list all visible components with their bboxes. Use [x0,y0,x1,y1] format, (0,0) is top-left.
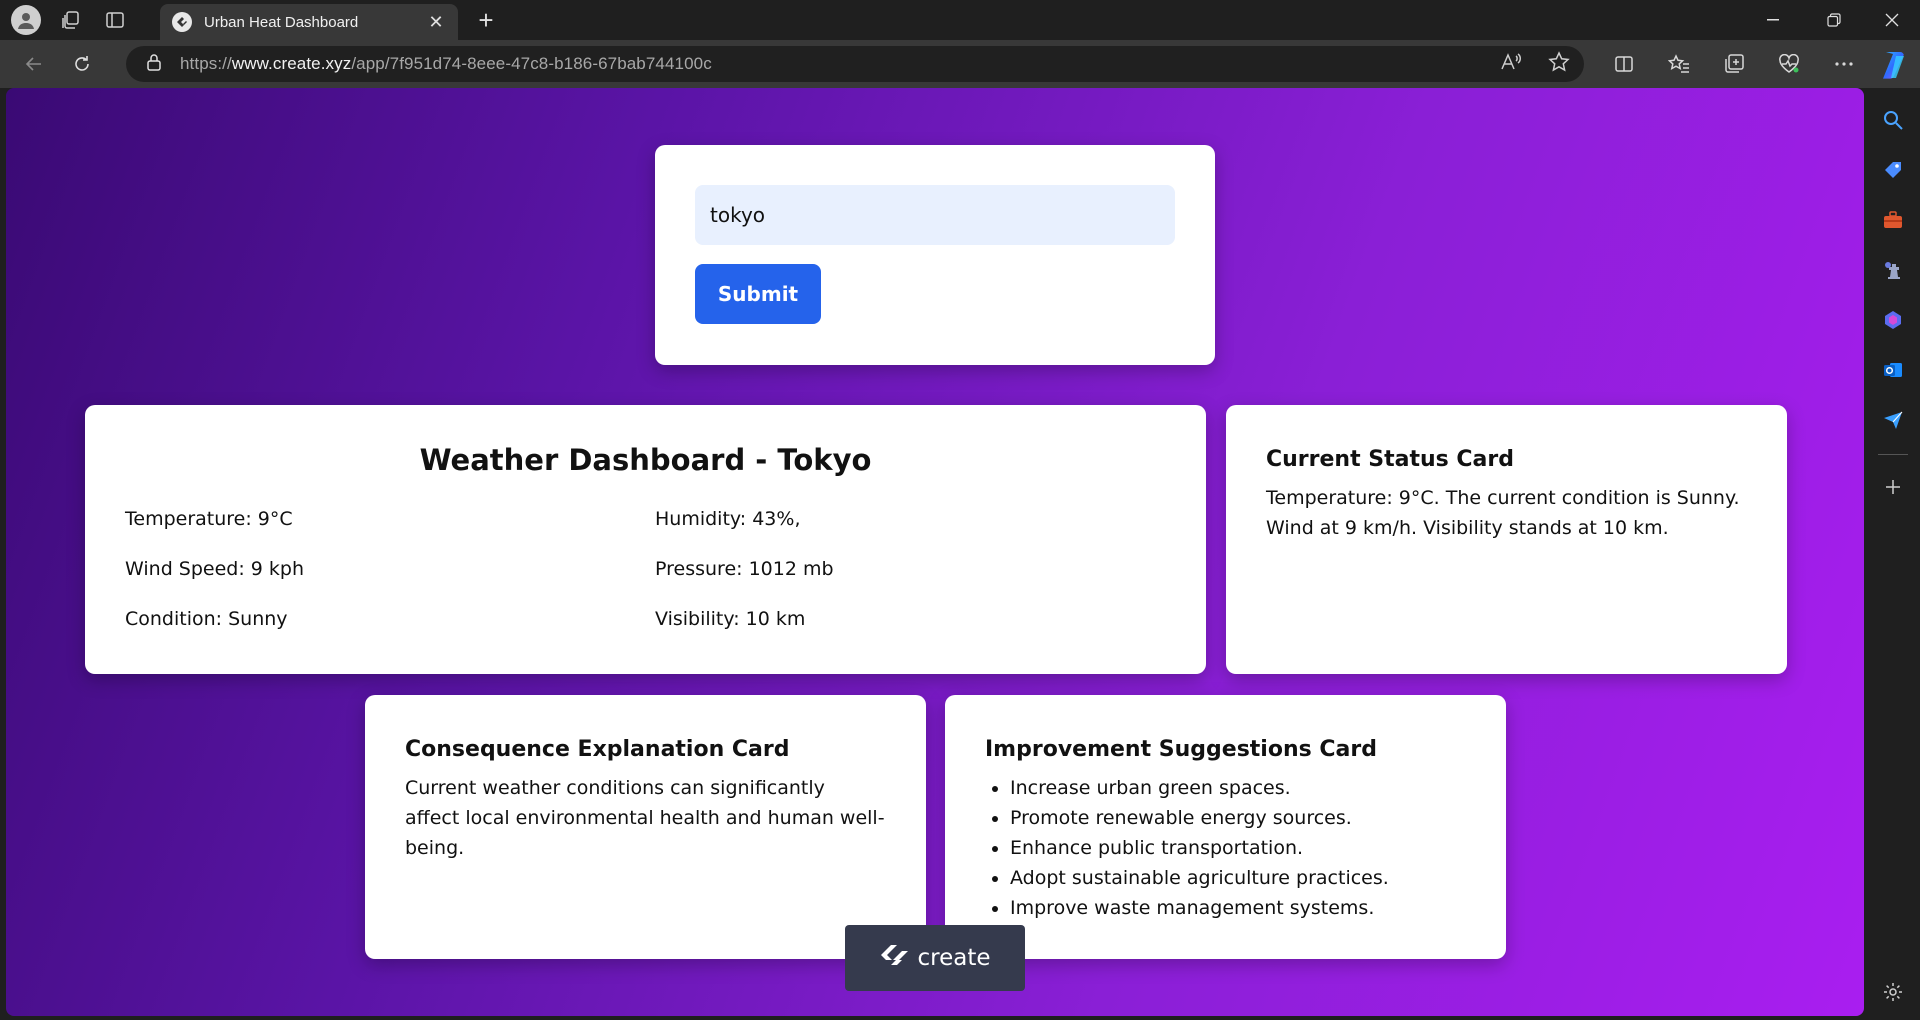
microsoft-365-icon[interactable] [1875,302,1911,338]
improvement-list: Increase urban green spaces. Promote ren… [1010,773,1389,923]
shopping-tag-icon[interactable] [1875,152,1911,188]
refresh-icon[interactable] [58,44,106,84]
list-item: Promote renewable energy sources. [1010,803,1389,833]
weather-dashboard-card: Weather Dashboard - Tokyo Temperature: 9… [85,405,1206,674]
sidebar-divider [1878,454,1908,455]
search-icon[interactable] [1875,102,1911,138]
search-card: Submit [655,145,1215,365]
favorite-star-icon[interactable] [1548,50,1570,78]
restore-icon[interactable] [1806,0,1862,40]
url-text[interactable]: https://www.create.xyz/app/7f951d74-8eee… [180,54,712,74]
more-options-icon[interactable] [1816,40,1871,88]
list-item: Enhance public transportation. [1010,833,1389,863]
consequence-text: Current weather conditions can significa… [405,777,885,859]
weather-dashboard-title: Weather Dashboard - Tokyo [419,443,872,477]
active-tab[interactable]: Urban Heat Dashboard ✕ [160,4,458,40]
improvement-suggestions-card: Improvement Suggestions Card Increase ur… [945,695,1506,959]
tab-actions-icon[interactable] [93,0,137,40]
humidity-value: Humidity: 43%, [655,508,801,530]
city-search-input[interactable] [695,185,1175,245]
current-status-title: Current Status Card [1266,447,1514,472]
browser-essentials-icon[interactable] [1761,40,1816,88]
read-aloud-icon[interactable] [1500,52,1522,77]
edge-sidebar [1866,88,1920,1020]
current-status-text: Temperature: 9°C. The current condition … [1266,487,1740,539]
address-toolbar: https://www.create.xyz/app/7f951d74-8eee… [0,40,1920,88]
temperature-value: Temperature: 9°C [125,508,293,530]
wind-speed-value: Wind Speed: 9 kph [125,558,305,580]
new-tab-button[interactable]: + [468,4,504,36]
create-favicon-icon [172,12,192,32]
create-logo-icon [879,943,909,973]
create-badge-label: create [917,945,991,971]
condition-value: Condition: Sunny [125,608,288,630]
copilot-icon[interactable] [1874,46,1912,84]
visibility-value: Visibility: 10 km [655,608,806,630]
games-chess-icon[interactable] [1875,252,1911,288]
close-tab-icon[interactable]: ✕ [426,12,446,33]
current-status-card: Current Status Card Temperature: 9°C. Th… [1226,405,1787,674]
url-path: /app/7f951d74-8eee-47c8-b186-67bab744100… [351,54,712,73]
consequence-explanation-card: Consequence Explanation Card Current wea… [365,695,926,959]
app-page: Submit Weather Dashboard - Tokyo Tempera… [6,88,1864,1016]
improvement-title: Improvement Suggestions Card [985,737,1377,762]
list-item: Improve waste management systems. [1010,893,1389,923]
pressure-value: Pressure: 1012 mb [655,558,834,580]
list-item: Increase urban green spaces. [1010,773,1389,803]
list-item: Adopt sustainable agriculture practices. [1010,863,1389,893]
profile-avatar-icon[interactable] [11,5,41,35]
url-prefix: https:// [180,54,232,73]
send-plane-icon[interactable] [1875,402,1911,438]
tools-briefcase-icon[interactable] [1875,202,1911,238]
lock-icon[interactable] [146,53,162,76]
split-screen-icon[interactable] [1596,40,1651,88]
settings-gear-icon[interactable] [1875,974,1911,1010]
minimize-icon[interactable] [1745,0,1801,40]
tab-title: Urban Heat Dashboard [204,13,359,31]
create-badge[interactable]: create [845,925,1025,991]
outlook-icon[interactable] [1875,352,1911,388]
collections-icon[interactable] [1706,40,1761,88]
address-bar[interactable]: https://www.create.xyz/app/7f951d74-8eee… [126,46,1584,82]
close-window-icon[interactable] [1864,0,1920,40]
workspaces-icon[interactable] [49,0,93,40]
url-domain: www.create.xyz [231,54,352,73]
consequence-title: Consequence Explanation Card [405,737,790,762]
favorites-icon[interactable] [1651,40,1706,88]
back-arrow-icon[interactable] [10,44,58,84]
submit-button[interactable]: Submit [695,264,821,324]
add-icon[interactable] [1875,469,1911,505]
